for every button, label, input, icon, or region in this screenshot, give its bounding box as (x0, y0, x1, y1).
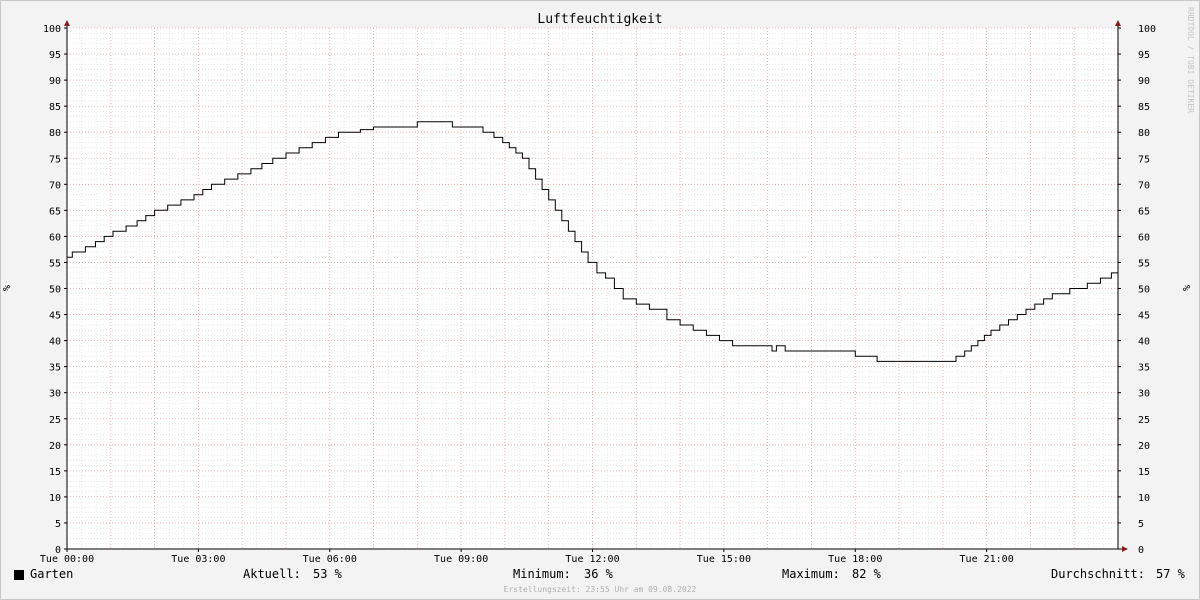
y-tick-label-right: 85 (1138, 102, 1150, 113)
legend-series-name: Garten (30, 567, 74, 581)
chart-title: Luftfeuchtigkeit (537, 12, 662, 27)
y-tick-label-left: 75 (49, 154, 61, 165)
x-tick-label: Tue 18:00 (828, 554, 882, 565)
y-tick-label-left: 65 (49, 206, 61, 217)
y-tick-label-right: 25 (1138, 415, 1150, 426)
y-tick-label-right: 100 (1138, 24, 1156, 35)
y-tick-label-left: 20 (49, 441, 61, 452)
y-tick-label-right: 55 (1138, 258, 1150, 269)
y-tick-label-right: 90 (1138, 76, 1150, 87)
y-tick-label-left: 70 (49, 180, 61, 191)
legend-min-label: Minimum: (513, 567, 571, 581)
legend-max-label: Maximum: (782, 567, 840, 581)
x-tick-label: Tue 21:00 (960, 554, 1014, 565)
legend-current-value: 53 % (313, 567, 342, 581)
legend-max-value: 82 % (852, 567, 881, 581)
y-tick-label-right: 70 (1138, 180, 1150, 191)
y-axis-label-left: % (2, 285, 13, 291)
y-tick-label-left: 5 (55, 519, 61, 530)
footer-timestamp: Erstellungszeit: 23:55 Uhr am 09.08.2022 (504, 585, 697, 594)
y-tick-label-left: 95 (49, 50, 61, 61)
x-tick-label: Tue 12:00 (565, 554, 619, 565)
y-tick-label-left: 15 (49, 467, 61, 478)
y-tick-label-right: 10 (1138, 493, 1150, 504)
humidity-chart: 0 05 510 1015 1520 2025 2530 3035 3540 4045 4550 50… (0, 0, 1200, 600)
y-tick-label-left: 30 (49, 389, 61, 400)
x-tick-label: Tue 00:00 (40, 554, 94, 565)
y-tick-label-right: 95 (1138, 50, 1150, 61)
legend-swatch-garten (14, 570, 24, 580)
legend-current-label: Aktuell: (243, 567, 301, 581)
y-tick-label-left: 90 (49, 76, 61, 87)
y-tick-label-right: 60 (1138, 232, 1150, 243)
y-axis-label-right: % (1182, 285, 1193, 291)
x-tick-label: Tue 15:00 (697, 554, 751, 565)
y-tick-label-right: 40 (1138, 337, 1150, 348)
x-tick-label: Tue 06:00 (303, 554, 357, 565)
y-tick-label-right: 0 (1138, 545, 1144, 556)
y-tick-label-left: 50 (49, 285, 61, 296)
y-tick-label-left: 80 (49, 128, 61, 139)
y-tick-label-left: 100 (43, 24, 61, 35)
y-tick-label-right: 35 (1138, 363, 1150, 374)
y-tick-label-left: 85 (49, 102, 61, 113)
legend-avg-value: 57 % (1156, 567, 1185, 581)
legend-avg-label: Durchschnitt: (1051, 567, 1145, 581)
chart-stage: 0 0 5 5 10 10 15 15 20 20 25 25 30 30 35 35 40 40 45 45 50 50… (0, 0, 1200, 600)
watermark: RRDTOOL / TOBI OETIKER (1186, 7, 1195, 113)
y-tick-label-left: 10 (49, 493, 61, 504)
y-tick-label-left: 40 (49, 337, 61, 348)
legend-min-value: 36 % (584, 567, 613, 581)
y-tick-label-left: 60 (49, 232, 61, 243)
y-tick-label-right: 5 (1138, 519, 1144, 530)
y-tick-label-left: 35 (49, 363, 61, 374)
y-tick-label-right: 80 (1138, 128, 1150, 139)
y-tick-label-right: 65 (1138, 206, 1150, 217)
y-tick-label-left: 25 (49, 415, 61, 426)
y-tick-label-right: 15 (1138, 467, 1150, 478)
x-tick-label: Tue 09:00 (434, 554, 488, 565)
y-tick-label-left: 45 (49, 311, 61, 322)
y-tick-label-right: 20 (1138, 441, 1150, 452)
y-tick-label-right: 50 (1138, 285, 1150, 296)
y-tick-label-left: 55 (49, 258, 61, 269)
x-tick-label: Tue 03:00 (171, 554, 225, 565)
y-tick-label-right: 75 (1138, 154, 1150, 165)
y-tick-label-right: 30 (1138, 389, 1150, 400)
y-tick-label-right: 45 (1138, 311, 1150, 322)
